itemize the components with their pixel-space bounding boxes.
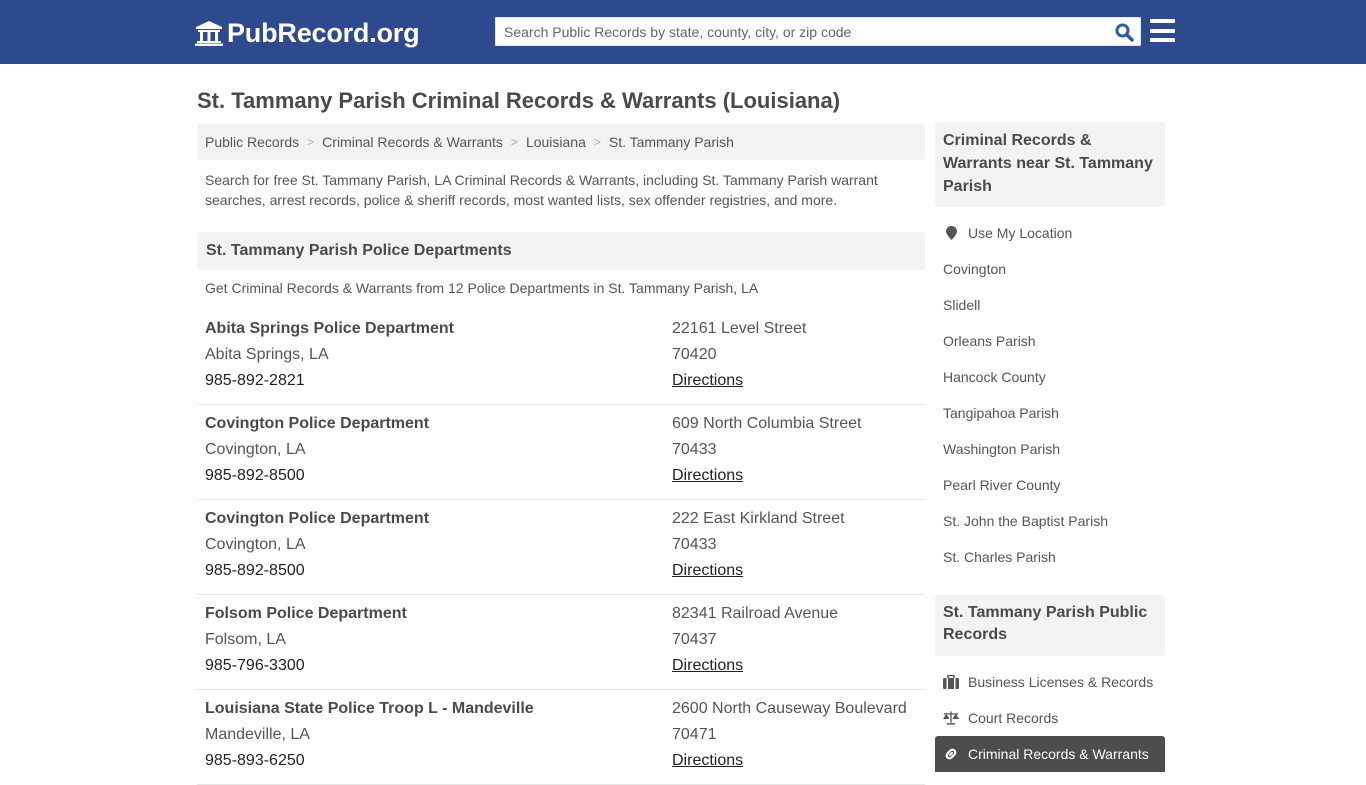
site-logo[interactable]: PubRecord.org [195,17,420,49]
map-marker-icon [943,226,959,240]
search-input[interactable] [496,18,1106,45]
department-city: Abita Springs, LA [205,346,329,363]
nearby-heading: Criminal Records & Warrants near St. Tam… [935,122,1165,207]
logo-text: PubRecord.org [227,17,420,48]
nearby-link-st-charles-parish[interactable]: St. Charles Parish [935,539,1165,575]
department-name[interactable]: Folsom Police Department [205,605,407,623]
hamburger-menu-icon[interactable] [1150,19,1175,42]
directions-link[interactable]: Directions [672,752,743,770]
department-zip: 70437 [672,631,717,648]
department-zip: 70433 [672,441,717,458]
department-name[interactable]: Abita Springs Police Department [205,320,454,338]
intro-text: Search for free St. Tammany Parish, LA C… [205,172,878,208]
sidebar-item-business-licenses[interactable]: Business Licenses & Records [935,664,1165,700]
department-name[interactable]: Covington Police Department [205,510,429,528]
department-address: 82341 Railroad Avenue [672,605,839,622]
nearby-link-st-john-the-baptist-parish[interactable]: St. John the Baptist Parish [935,503,1165,539]
sidebar-item-court-records[interactable]: Court Records [935,700,1165,736]
department-row: Abita Springs Police Department Abita Sp… [197,310,925,405]
department-list: Abita Springs Police Department Abita Sp… [197,310,925,785]
sidebar-item-criminal-records[interactable]: Criminal Records & Warrants [935,736,1165,772]
department-city: Folsom, LA [205,631,286,648]
department-city: Mandeville, LA [205,726,310,743]
briefcase-icon [943,675,959,689]
directions-link[interactable]: Directions [672,562,743,580]
department-city: Covington, LA [205,536,306,553]
department-name[interactable]: Louisiana State Police Troop L - Mandevi… [205,700,534,718]
sidebar-item-label: Business Licenses & Records [968,674,1154,690]
department-phone[interactable]: 985-892-2821 [205,372,305,390]
breadcrumb-louisiana[interactable]: Louisiana [526,134,586,150]
department-phone[interactable]: 985-892-8500 [205,562,305,580]
department-address: 22161 Level Street [672,320,807,337]
breadcrumb: Public Records > Criminal Records & Warr… [197,124,925,160]
department-row: Folsom Police Department Folsom, LA 985-… [197,595,925,690]
search-box [495,17,1141,46]
nearby-link-covington[interactable]: Covington [935,251,1165,287]
search-icon [1115,23,1134,42]
courthouse-icon [195,21,223,46]
breadcrumb-separator: > [593,135,601,149]
department-phone[interactable]: 985-893-6250 [205,752,305,770]
department-city: Covington, LA [205,441,306,458]
scale-icon [943,711,959,725]
department-row: Covington Police Department Covington, L… [197,500,925,595]
breadcrumb-separator: > [510,135,518,149]
public-records-heading: St. Tammany Parish Public Records [935,595,1165,656]
link-icon [943,747,959,761]
section-heading: St. Tammany Parish Police Departments [197,232,925,270]
department-zip: 70433 [672,536,717,553]
sidebar-item-label: Criminal Records & Warrants [968,746,1149,762]
breadcrumb-current: St. Tammany Parish [608,134,734,150]
department-row: Louisiana State Police Troop L - Mandevi… [197,690,925,785]
department-zip: 70471 [672,726,717,743]
use-my-location-link[interactable]: Use My Location [935,215,1165,251]
nearby-link-washington-parish[interactable]: Washington Parish [935,431,1165,467]
sidebar-item-label: Court Records [968,710,1059,726]
department-address: 2600 North Causeway Boulevard [672,700,907,717]
directions-link[interactable]: Directions [672,657,743,675]
nearby-list: Use My Location Covington Slidell Orlean… [935,215,1165,575]
nearby-link-hancock-county[interactable]: Hancock County [935,359,1165,395]
public-records-list: Business Licenses & Records Court Record… [935,664,1165,772]
nearby-link-slidell[interactable]: Slidell [935,287,1165,323]
search-button[interactable] [1112,21,1136,43]
directions-link[interactable]: Directions [672,372,743,390]
nearby-link-tangipahoa-parish[interactable]: Tangipahoa Parish [935,395,1165,431]
page-title: St. Tammany Parish Criminal Records & Wa… [197,88,841,113]
breadcrumb-criminal-records[interactable]: Criminal Records & Warrants [322,134,503,150]
section-subtitle: Get Criminal Records & Warrants from 12 … [205,280,759,296]
breadcrumb-separator: > [307,135,315,149]
breadcrumb-public-records[interactable]: Public Records [205,134,299,150]
site-header: PubRecord.org [0,0,1366,64]
department-row: Covington Police Department Covington, L… [197,405,925,500]
department-name[interactable]: Covington Police Department [205,415,429,433]
directions-link[interactable]: Directions [672,467,743,485]
department-address: 222 East Kirkland Street [672,510,845,527]
department-address: 609 North Columbia Street [672,415,862,432]
nearby-link-pearl-river-county[interactable]: Pearl River County [935,467,1165,503]
department-phone[interactable]: 985-796-3300 [205,657,305,675]
department-zip: 70420 [672,346,717,363]
nearby-link-orleans-parish[interactable]: Orleans Parish [935,323,1165,359]
department-phone[interactable]: 985-892-8500 [205,467,305,485]
use-my-location-label: Use My Location [968,225,1073,241]
